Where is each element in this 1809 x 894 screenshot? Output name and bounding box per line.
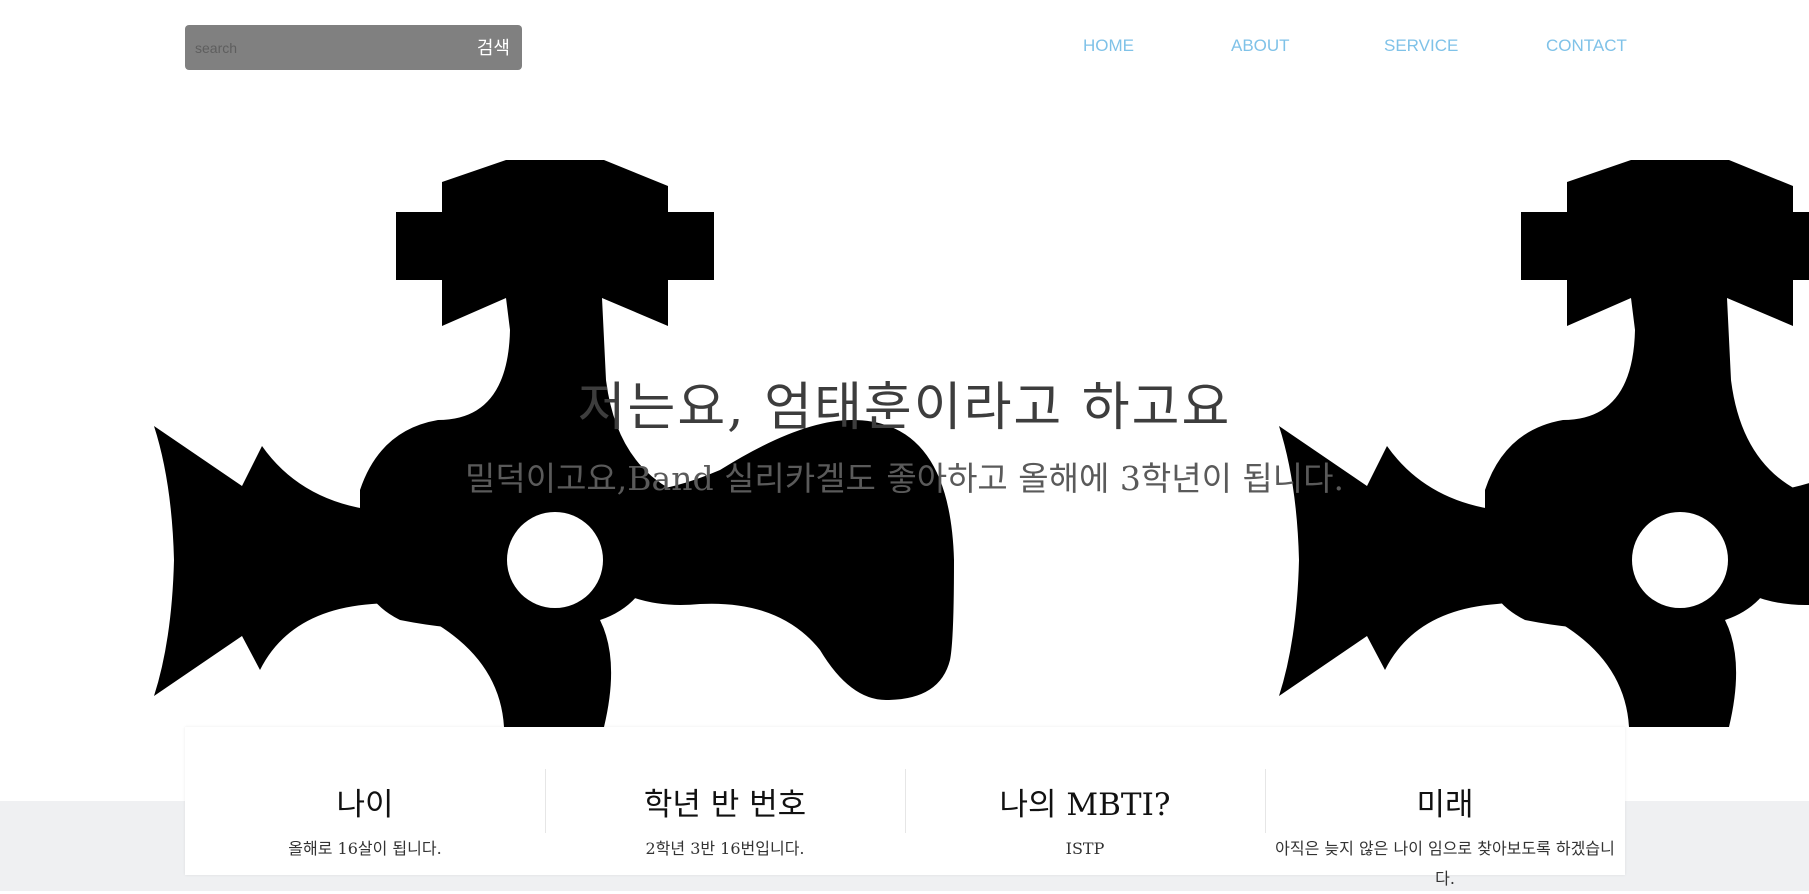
card-text: 올해로 16살이 됩니다. bbox=[288, 839, 442, 858]
search-button[interactable]: 검색 bbox=[477, 34, 510, 60]
card-title: 나이 bbox=[336, 787, 394, 823]
card-age: 나이 올해로 16살이 됩니다. bbox=[185, 727, 545, 875]
card-text: ISTP bbox=[1065, 839, 1105, 858]
main-nav: HOME ABOUT SERVICE CONTACT bbox=[1020, 36, 1680, 60]
shuriken-icon-right bbox=[1279, 160, 1809, 727]
hero-subtitle: 밀덕이고요,Band 실리카겔도 좋아하고 올해에 3학년이 됩니다. bbox=[464, 459, 1344, 498]
search-input[interactable] bbox=[193, 35, 457, 61]
card-class-number: 학년 반 번호 2학년 3반 16번입니다. bbox=[545, 727, 905, 875]
card-mbti: 나의 MBTI? ISTP bbox=[905, 727, 1265, 875]
card-title: 미래 bbox=[1416, 787, 1474, 823]
card-title: 나의 MBTI? bbox=[999, 787, 1171, 823]
card-future: 미래 아직은 늦지 않은 나이 임으로 찾아보도록 하겠습니다. bbox=[1265, 727, 1625, 888]
info-panel: 나이 올해로 16살이 됩니다. 학년 반 번호 2학년 3반 16번입니다. … bbox=[185, 727, 1625, 888]
nav-about[interactable]: ABOUT bbox=[1231, 36, 1290, 56]
hero-title: 저는요, 엄태훈이라고 하고요 bbox=[577, 378, 1232, 438]
nav-home[interactable]: HOME bbox=[1083, 36, 1134, 56]
nav-contact[interactable]: CONTACT bbox=[1546, 36, 1627, 56]
nav-service[interactable]: SERVICE bbox=[1384, 36, 1458, 56]
shuriken-icon-left bbox=[154, 160, 954, 727]
search-bar: 검색 bbox=[185, 25, 522, 70]
card-title: 학년 반 번호 bbox=[643, 787, 807, 823]
card-text: 아직은 늦지 않은 나이 임으로 찾아보도록 하겠습니다. bbox=[1275, 839, 1615, 888]
card-text: 2학년 3반 16번입니다. bbox=[645, 839, 805, 858]
